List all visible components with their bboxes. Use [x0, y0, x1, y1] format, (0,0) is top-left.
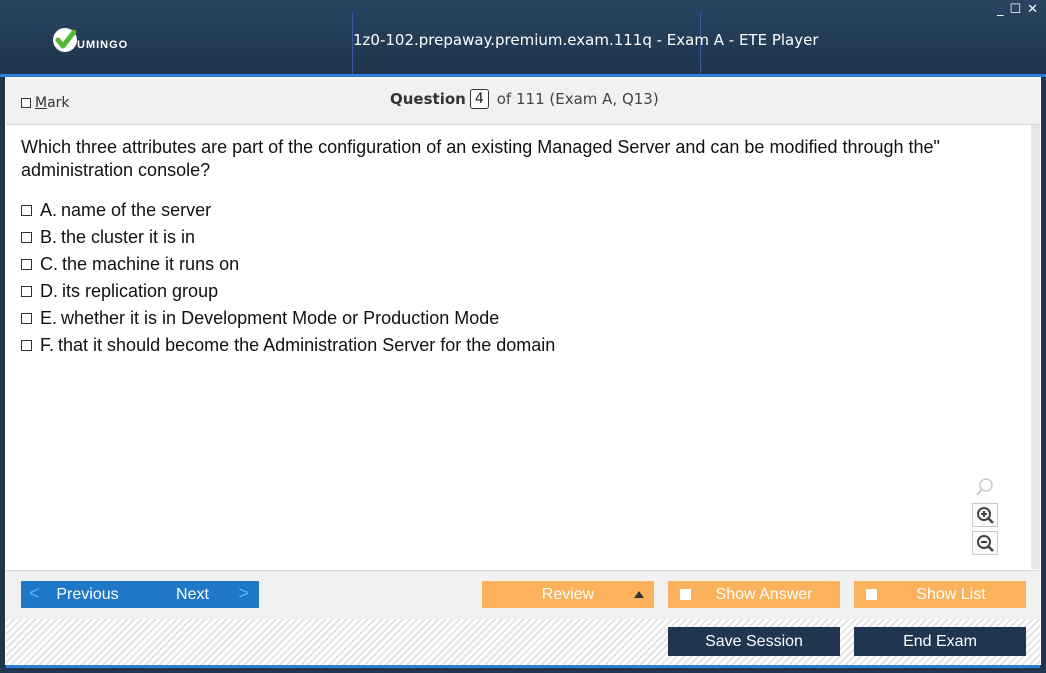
zoom-tools	[972, 475, 998, 555]
end-exam-button[interactable]: End Exam	[854, 627, 1026, 656]
zoom-in-icon[interactable]	[972, 503, 998, 527]
answer-list: A. name of the server B. the cluster it …	[21, 197, 555, 359]
checkbox-icon[interactable]	[21, 259, 32, 270]
mark-checkbox[interactable]: Mark	[21, 95, 70, 111]
close-button[interactable]: ✕	[1027, 3, 1038, 17]
title-bar: UMINGO 1z0-102.prepaway.premium.exam.111…	[0, 0, 1046, 74]
question-text: Which three attributes are part of the c…	[21, 137, 940, 180]
question-number: Question 4 of 111 (Exam A, Q13)	[390, 89, 659, 109]
question-bar: Mark Question 4 of 111 (Exam A, Q13)	[6, 77, 1040, 125]
save-session-button[interactable]: Save Session	[668, 627, 840, 656]
chevron-right-icon: >	[238, 583, 249, 603]
review-button[interactable]: Review	[482, 581, 654, 608]
checkbox-icon	[680, 589, 691, 600]
mark-label: Mark	[35, 95, 70, 111]
answer-letter: B.	[40, 227, 58, 247]
answer-letter: C.	[40, 254, 58, 274]
show-answer-label: Show Answer	[715, 585, 813, 603]
zoom-out-icon[interactable]	[972, 531, 998, 555]
answer-option-f[interactable]: F. that it should become the Administrat…	[21, 332, 555, 359]
answer-option-c[interactable]: C. the machine it runs on	[21, 251, 555, 278]
chevron-left-icon: <	[29, 583, 40, 603]
answer-text: the machine it runs on	[62, 254, 240, 274]
next-button[interactable]: Next >	[144, 581, 259, 608]
review-label: Review	[541, 585, 595, 603]
answer-option-a[interactable]: A. name of the server	[21, 197, 555, 224]
save-session-label: Save Session	[705, 632, 803, 650]
show-answer-button[interactable]: Show Answer	[668, 581, 840, 608]
answer-text: that it should become the Administration…	[58, 335, 556, 355]
next-label: Next	[176, 585, 209, 603]
logo-text: UMINGO	[77, 38, 129, 51]
checkmark-logo-icon	[53, 28, 77, 52]
answer-option-b[interactable]: B. the cluster it is in	[21, 224, 555, 251]
end-exam-label: End Exam	[903, 632, 977, 650]
checkbox-icon	[866, 589, 877, 600]
question-count: of 111 (Exam A, Q13)	[496, 90, 659, 108]
show-list-button[interactable]: Show List	[854, 581, 1026, 608]
checkbox-icon[interactable]	[21, 232, 32, 243]
checkbox-icon[interactable]	[21, 205, 32, 216]
checkbox-icon[interactable]	[21, 313, 32, 324]
checkbox-icon[interactable]	[21, 340, 32, 351]
bottom-border	[0, 665, 1046, 673]
checkbox-icon[interactable]	[21, 286, 32, 297]
answer-option-d[interactable]: D. its replication group	[21, 278, 555, 305]
answer-text: whether it is in Development Mode or Pro…	[61, 308, 500, 328]
answer-text: name of the server	[61, 200, 212, 220]
maximize-button[interactable]: ☐	[1009, 3, 1021, 17]
answer-letter: D.	[40, 281, 58, 301]
zoom-reset-icon[interactable]	[972, 475, 998, 499]
footer-hatch: Save Session End Exam	[6, 619, 1040, 665]
answer-text: its replication group	[62, 281, 219, 301]
vertical-scrollbar[interactable]	[1031, 125, 1040, 569]
question-number-input[interactable]: 4	[469, 89, 489, 109]
checkbox-icon	[21, 98, 31, 108]
answer-option-e[interactable]: E. whether it is in Development Mode or …	[21, 305, 555, 332]
previous-button[interactable]: < Previous	[21, 581, 154, 608]
question-word: Question	[390, 90, 466, 108]
previous-label: Previous	[56, 585, 119, 603]
vumingo-logo: UMINGO	[50, 24, 128, 56]
show-list-label: Show List	[916, 585, 986, 603]
navigation-bar: < Previous Next > Review Show Answer Sho…	[6, 570, 1040, 619]
window-title: 1z0-102.prepaway.premium.exam.111q - Exa…	[353, 31, 819, 49]
answer-text: the cluster it is in	[61, 227, 196, 247]
window-controls: _ ☐ ✕	[997, 3, 1038, 17]
minimize-button[interactable]: _	[997, 3, 1004, 17]
caret-up-icon	[634, 591, 644, 598]
answer-letter: A.	[40, 200, 58, 220]
answer-letter: E.	[40, 308, 58, 328]
answer-letter: F.	[40, 335, 55, 355]
question-content: Which three attributes are part of the c…	[6, 125, 1031, 569]
